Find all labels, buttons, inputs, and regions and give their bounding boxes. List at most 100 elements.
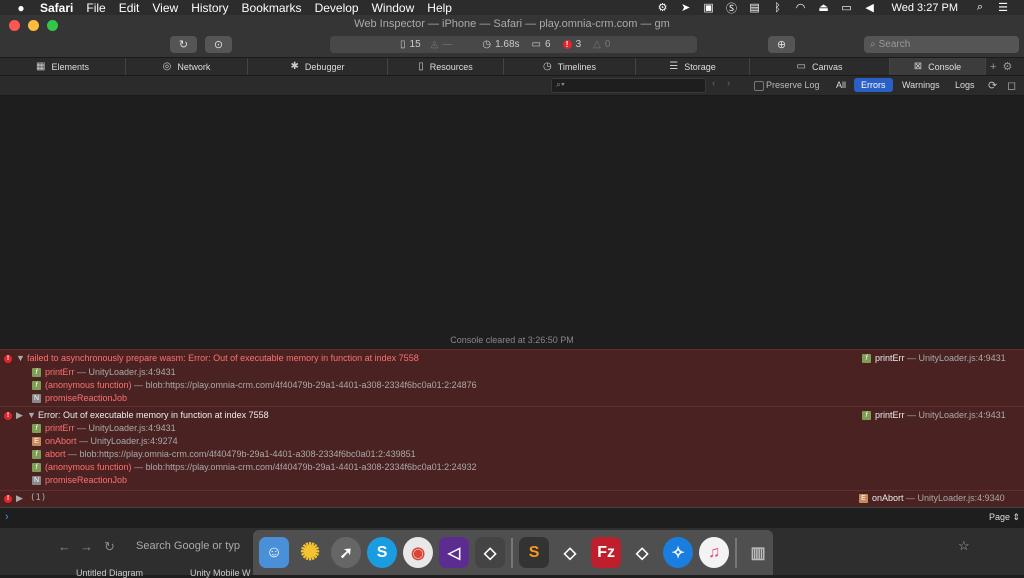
preserve-log-checkbox[interactable]: [754, 81, 764, 91]
background-tab-2[interactable]: Unity Mobile W: [190, 568, 251, 578]
unity-icon[interactable]: ◇: [475, 537, 506, 568]
message-source[interactable]: f printErr — UnityLoader.js:4:9431: [862, 352, 1006, 365]
menu-develop[interactable]: Develop: [315, 1, 359, 15]
add-tab-icon[interactable]: +: [990, 61, 996, 73]
bell-icon: ◬: [430, 39, 439, 50]
source-function: printErr: [875, 353, 905, 363]
tab-console[interactable]: ⊠ Console: [890, 58, 986, 75]
menu-edit[interactable]: Edit: [119, 1, 140, 15]
execution-context-select[interactable]: Page ⇕: [989, 512, 1020, 523]
status-skype-icon[interactable]: Ⓢ: [725, 0, 739, 16]
volume-icon[interactable]: ◀: [863, 1, 877, 14]
message-source[interactable]: f printErr — UnityLoader.js:4:9431: [862, 409, 1006, 422]
background-tab-1[interactable]: Untitled Diagram: [76, 568, 143, 578]
menu-app[interactable]: Safari: [40, 1, 73, 15]
bluetooth-icon[interactable]: ᛒ: [771, 2, 785, 14]
reload-icon[interactable]: ↻: [104, 539, 115, 555]
console-message[interactable]: ! ▼ failed to asynchronously prepare was…: [0, 349, 1024, 407]
filezilla-icon[interactable]: Fz: [591, 537, 622, 568]
safari-icon[interactable]: ✧: [663, 537, 694, 568]
download-button[interactable]: ⊙: [205, 36, 232, 53]
title-bar: Web Inspector — iPhone — Safari — play.o…: [0, 15, 1024, 35]
clock-text[interactable]: Wed 3:27 PM: [892, 2, 958, 14]
filter-logs-button[interactable]: Logs: [948, 78, 982, 92]
sublime-icon[interactable]: S: [519, 537, 550, 568]
menu-history[interactable]: History: [191, 1, 228, 15]
message-text[interactable]: failed to asynchronously prepare wasm: E…: [27, 352, 419, 365]
battery-icon[interactable]: ▭: [840, 1, 854, 14]
message-text[interactable]: Error: Out of executable memory in funct…: [38, 409, 269, 422]
stack-frame[interactable]: f printErr — UnityLoader.js:4:9431: [32, 422, 176, 435]
filter-prev-icon[interactable]: ‹: [712, 78, 715, 89]
console-filter-input[interactable]: ⌕▾: [551, 78, 706, 93]
console-prompt[interactable]: › Page ⇕: [0, 507, 1024, 528]
resources-count: 15: [409, 39, 421, 50]
status-box-icon[interactable]: ▣: [702, 1, 716, 14]
skype-icon[interactable]: S: [367, 537, 398, 568]
itunes-icon[interactable]: ♫: [699, 537, 730, 568]
search-input[interactable]: ⌕ Search: [864, 36, 1019, 53]
message-text[interactable]: (1): [30, 492, 46, 505]
message-source[interactable]: EonAbort — UnityLoader.js:4:9340: [859, 492, 1005, 505]
native-icon: N: [32, 476, 41, 486]
settings-gear-icon[interactable]: ⚙: [1002, 60, 1012, 73]
stack-frame[interactable]: EonAbort — UnityLoader.js:4:9274: [32, 435, 178, 448]
background-search-input[interactable]: Search Google or typ: [136, 540, 240, 552]
menu-file[interactable]: File: [86, 1, 105, 15]
status-tool-icon[interactable]: ⚙: [656, 1, 670, 14]
menu-view[interactable]: View: [152, 1, 178, 15]
tab-timelines[interactable]: ◷ Timelines: [504, 58, 636, 75]
visual-studio-icon[interactable]: ◁: [439, 537, 470, 568]
console-message[interactable]: ! ▶ (1) EonAbort — UnityLoader.js:4:9340: [0, 490, 1024, 508]
stack-frame[interactable]: f (anonymous function) — blob:https://pla…: [32, 461, 477, 474]
spotlight-search-icon[interactable]: ⌕: [973, 1, 987, 14]
console-message[interactable]: ! ▶ ▼ Error: Out of executable memory in…: [0, 406, 1024, 491]
filter-warnings-button[interactable]: Warnings: [895, 78, 947, 92]
launchpad-icon[interactable]: ➚: [331, 537, 362, 568]
bookmark-star-icon[interactable]: ☆: [958, 538, 970, 554]
tab-storage[interactable]: ☰ Storage: [636, 58, 750, 75]
disclosure-triangle-icon[interactable]: ▼: [27, 409, 36, 422]
stack-frame[interactable]: NpromiseReactionJob: [32, 392, 127, 405]
chrome-icon[interactable]: ◉: [403, 537, 434, 568]
unity-icon[interactable]: ◇: [555, 537, 585, 568]
filter-errors-button[interactable]: Errors: [854, 78, 893, 92]
notification-center-icon[interactable]: ☰: [996, 1, 1010, 14]
eject-icon[interactable]: ⏏: [817, 1, 831, 14]
stack-frame[interactable]: f abort — blob:https://play.omnia-crm.com…: [32, 448, 416, 461]
apple-icon[interactable]: ●: [14, 1, 28, 15]
stack-frame[interactable]: NpromiseReactionJob: [32, 474, 127, 487]
status-app-icon[interactable]: ▤: [748, 1, 762, 14]
sun-icon[interactable]: ✺: [295, 537, 325, 568]
network-icon: ◎: [162, 61, 172, 72]
tab-resources[interactable]: ▯ Resources: [388, 58, 504, 75]
disclosure-triangle-icon[interactable]: ▶: [16, 409, 23, 422]
error-count: 3: [575, 39, 582, 50]
disclosure-triangle-icon[interactable]: ▶: [16, 492, 23, 505]
reload-page-button[interactable]: ↻: [170, 36, 197, 53]
status-arrow-icon[interactable]: ➤: [679, 1, 693, 14]
console-options-icon[interactable]: ◻: [1007, 79, 1016, 92]
dashboard[interactable]: ▯ 15 ◬ — ◷ 1.68s ▭ 6 ! 3 △ 0: [330, 36, 697, 53]
stack-frame[interactable]: f (anonymous function) — blob:https://pla…: [32, 379, 477, 392]
tab-elements[interactable]: ▦ Elements: [0, 58, 126, 75]
inspect-element-button[interactable]: ⊕: [768, 36, 795, 53]
filter-all-button[interactable]: All: [829, 78, 853, 92]
finder-icon[interactable]: ☺: [259, 537, 290, 568]
menu-window[interactable]: Window: [372, 1, 415, 15]
preserve-log-label[interactable]: Preserve Log: [766, 80, 820, 90]
stack-frame[interactable]: f printErr — UnityLoader.js:4:9431: [32, 366, 176, 379]
tab-debugger[interactable]: ✱ Debugger: [248, 58, 388, 75]
unity-icon[interactable]: ◇: [627, 537, 657, 568]
clear-console-icon[interactable]: ⟳: [988, 79, 997, 92]
back-icon[interactable]: ←: [58, 539, 71, 554]
filter-next-icon[interactable]: ›: [727, 78, 730, 89]
disclosure-triangle-icon[interactable]: ▼: [16, 352, 25, 365]
menu-bookmarks[interactable]: Bookmarks: [242, 1, 302, 15]
trash-icon[interactable]: ▥: [743, 537, 773, 568]
tab-network[interactable]: ◎ Network: [126, 58, 248, 75]
tab-canvas[interactable]: ▭ Canvas: [750, 58, 890, 75]
wifi-icon[interactable]: ◠: [794, 1, 808, 14]
menu-help[interactable]: Help: [427, 1, 452, 15]
forward-icon[interactable]: →: [80, 539, 93, 554]
